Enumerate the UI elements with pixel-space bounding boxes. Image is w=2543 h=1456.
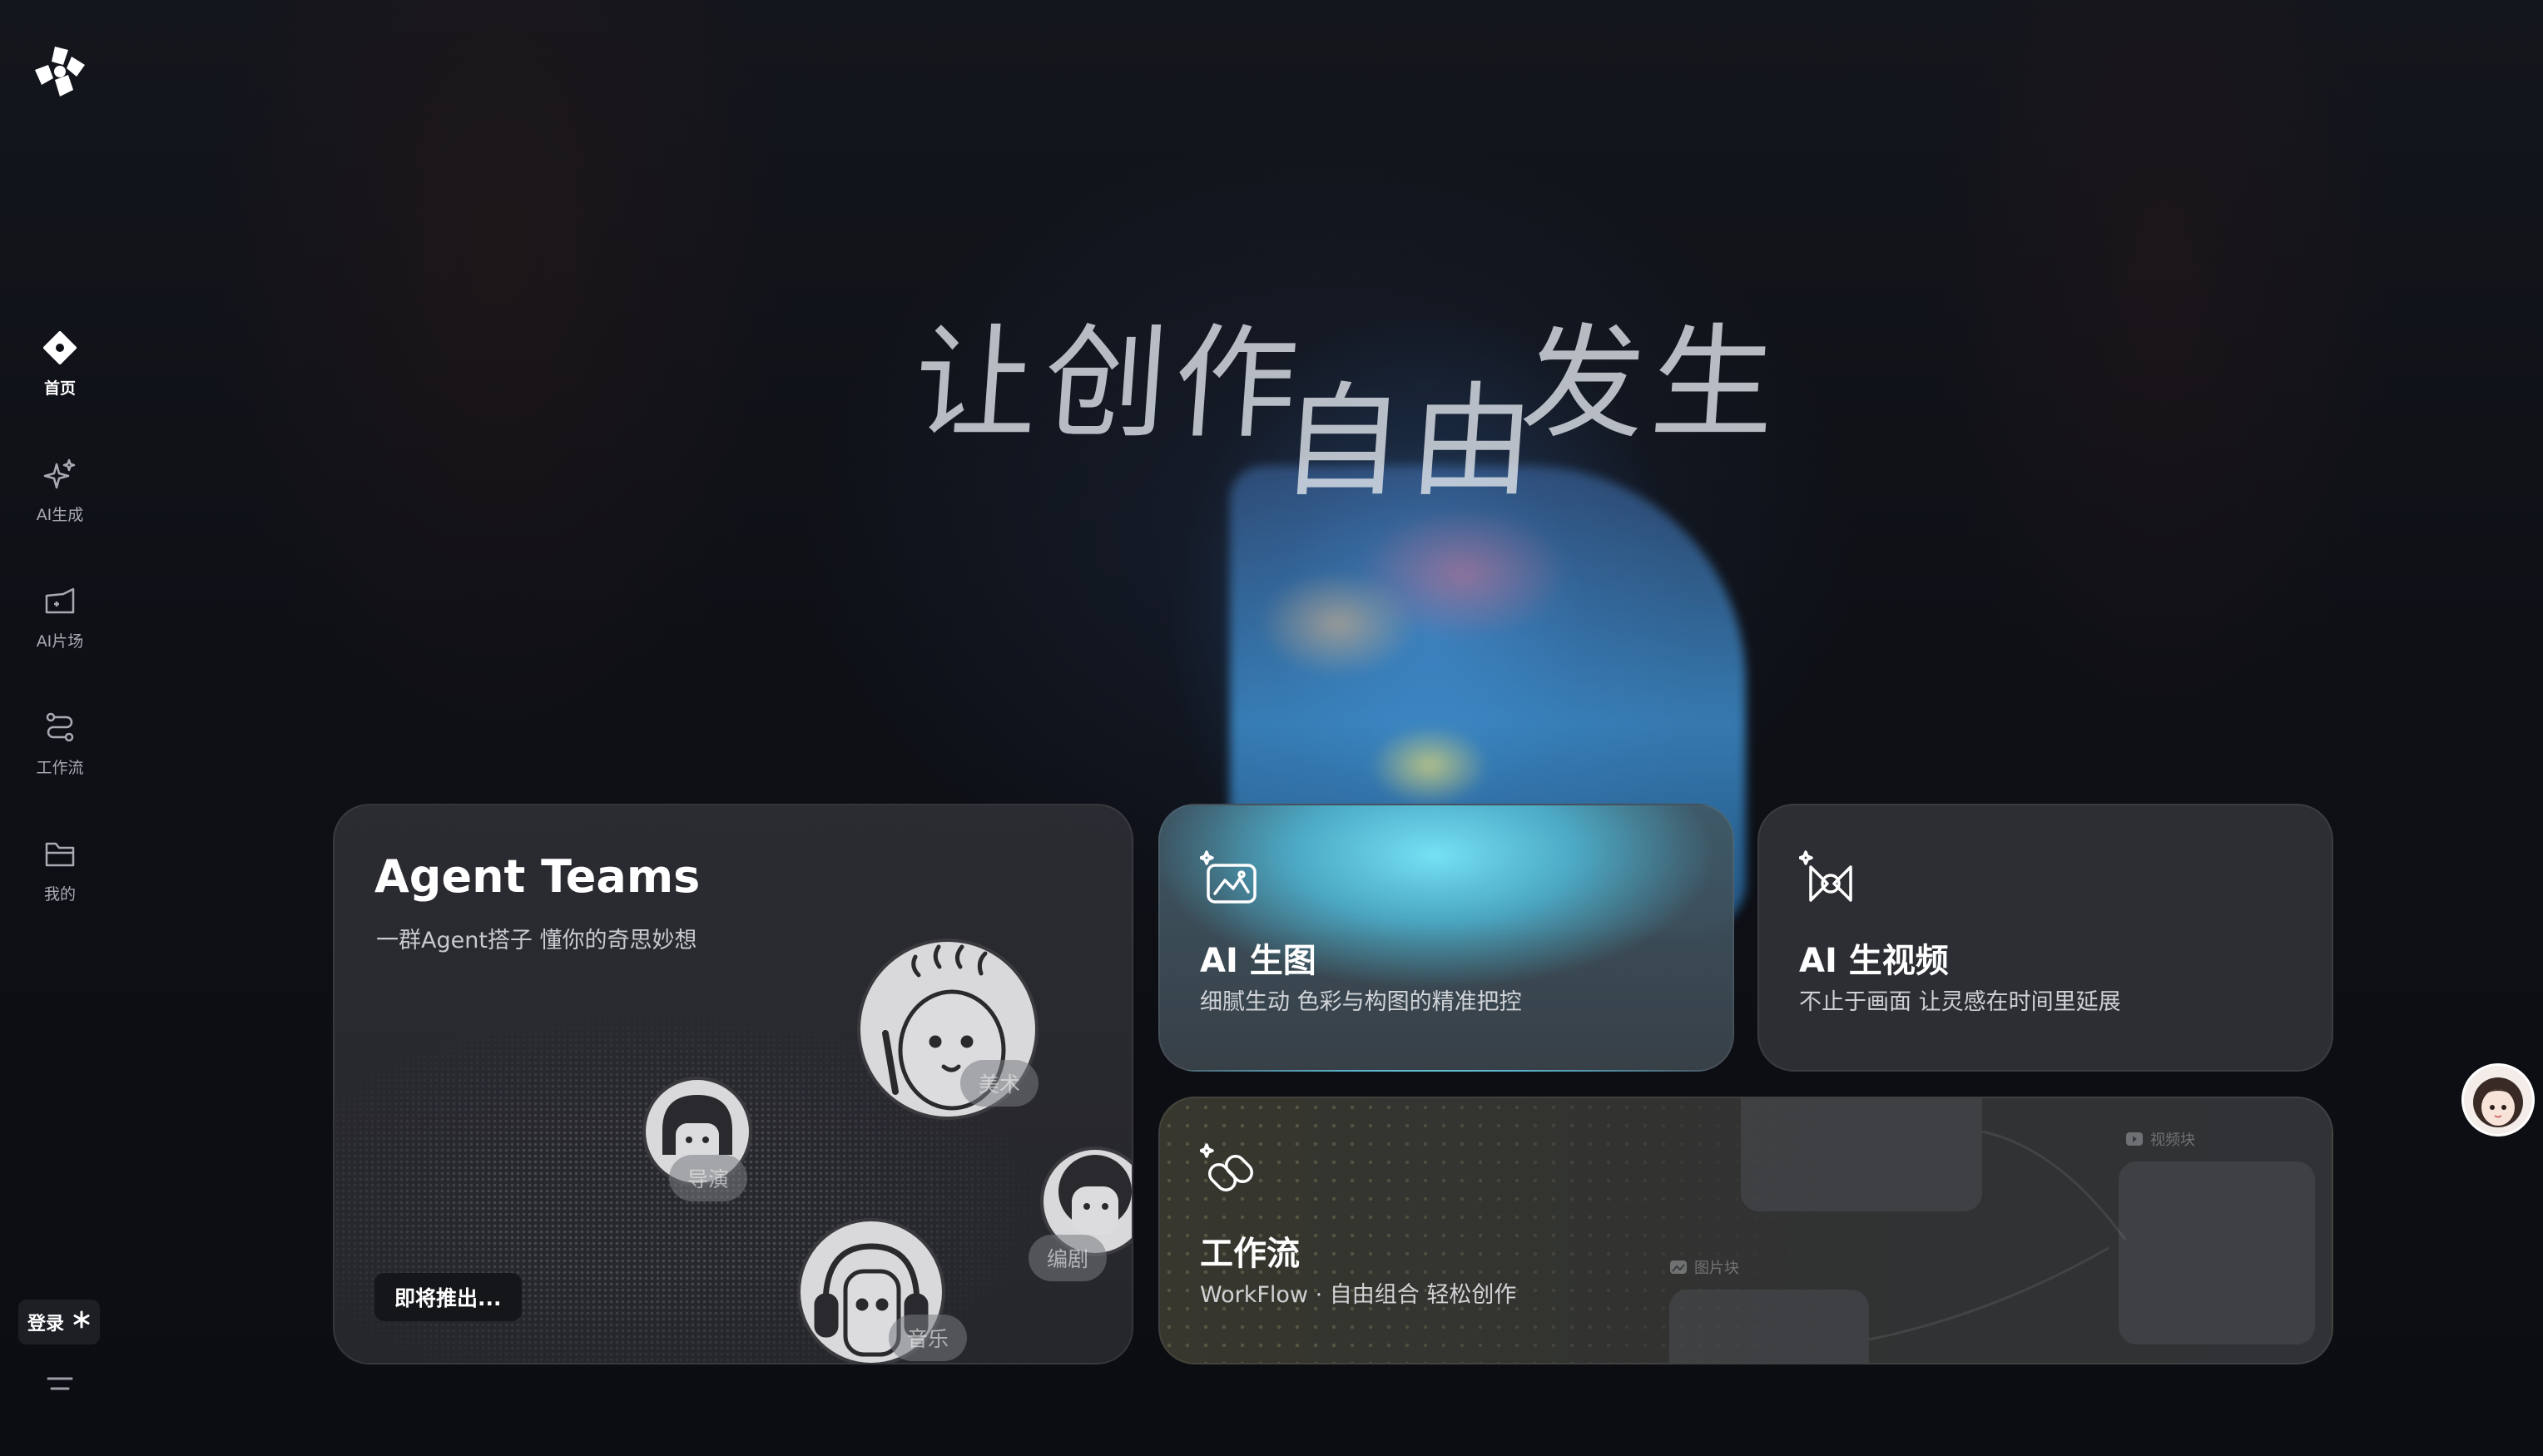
- image-node-label-text: 图片块: [1694, 1260, 1739, 1277]
- sidebar-item-label: AI片场: [36, 632, 84, 651]
- ai-video-subtitle: 不止于画面 让灵感在时间里延展: [1799, 989, 2121, 1015]
- assistant-avatar-button[interactable]: [2461, 1063, 2535, 1137]
- workflow-icon: [42, 709, 78, 745]
- headline-part-3: 发生: [1517, 312, 1787, 455]
- home-icon: [42, 329, 78, 366]
- role-tag-screenwriter: 编剧: [1029, 1235, 1108, 1281]
- agent-teams-subtitle: 一群Agent搭子 懂你的奇思妙想: [376, 928, 697, 953]
- studio-icon: [42, 582, 78, 619]
- app-root: 首页 AI生成 AI片场 工作流 我的 登录 让创作 自由 发生 Agent T…: [0, 0, 2543, 1456]
- sidebar: 首页 AI生成 AI片场 工作流 我的 登录: [0, 0, 120, 1456]
- folder-icon: [42, 835, 78, 872]
- workflow-title: 工作流: [1200, 1235, 1300, 1273]
- workflow-subtitle: WorkFlow · 自由组合 轻松创作: [1200, 1282, 1517, 1308]
- workflow-card[interactable]: 视频块 图片块 工作流 WorkFlow · 自由组合 轻松创作: [1158, 1097, 2333, 1364]
- sidebar-item-ai-generate[interactable]: AI生成: [12, 443, 108, 542]
- sidebar-item-mine[interactable]: 我的: [12, 822, 108, 922]
- role-tag-director: 导演: [669, 1155, 748, 1201]
- ai-image-title: AI 生图: [1200, 942, 1316, 980]
- asterisk-icon: [72, 1310, 91, 1334]
- ai-image-subtitle: 细腻生动 色彩与构图的精准把控: [1200, 989, 1522, 1015]
- sidebar-item-label: 首页: [43, 379, 76, 398]
- sidebar-item-label: 工作流: [36, 759, 84, 777]
- sidebar-item-label: 我的: [43, 885, 76, 904]
- agent-teams-card[interactable]: Agent Teams 一群Agent搭子 懂你的奇思妙想 美术 导演 编剧 音…: [333, 804, 1133, 1364]
- ai-video-title: AI 生视频: [1799, 942, 1949, 980]
- login-label: 登录: [27, 1314, 64, 1335]
- agent-teams-title: Agent Teams: [374, 850, 701, 903]
- login-button[interactable]: 登录: [18, 1300, 100, 1345]
- hero-headline: 让创作 自由 发生: [910, 283, 1797, 516]
- role-tag-music: 音乐: [889, 1315, 968, 1361]
- sidebar-item-ai-studio[interactable]: AI片场: [12, 569, 108, 669]
- sidebar-item-home[interactable]: 首页: [12, 316, 108, 416]
- headline-part-2: 自由: [1276, 370, 1546, 513]
- video-sparkle-icon: [1798, 847, 1861, 909]
- app-logo[interactable]: [30, 42, 90, 102]
- menu-icon[interactable]: [43, 1371, 77, 1396]
- sidebar-item-label: AI生成: [36, 506, 84, 524]
- sidebar-item-workflow[interactable]: 工作流: [12, 696, 108, 795]
- ai-image-card[interactable]: AI 生图 细腻生动 色彩与构图的精准把控: [1158, 804, 1734, 1072]
- image-sparkle-icon: [1199, 847, 1262, 909]
- link-sparkle-icon: [1199, 1140, 1262, 1201]
- video-node-label-text: 视频块: [2150, 1132, 2195, 1149]
- sparkle-icon: [42, 456, 78, 493]
- coming-soon-button[interactable]: 即将推出...: [374, 1273, 522, 1321]
- role-tag-art: 美术: [960, 1060, 1039, 1107]
- ai-video-card[interactable]: AI 生视频 不止于画面 让灵感在时间里延展: [1757, 804, 2333, 1072]
- image-node-label: 图片块: [1669, 1256, 1739, 1278]
- video-node-label: 视频块: [2125, 1128, 2195, 1150]
- headline-part-1: 让创作: [910, 312, 1310, 455]
